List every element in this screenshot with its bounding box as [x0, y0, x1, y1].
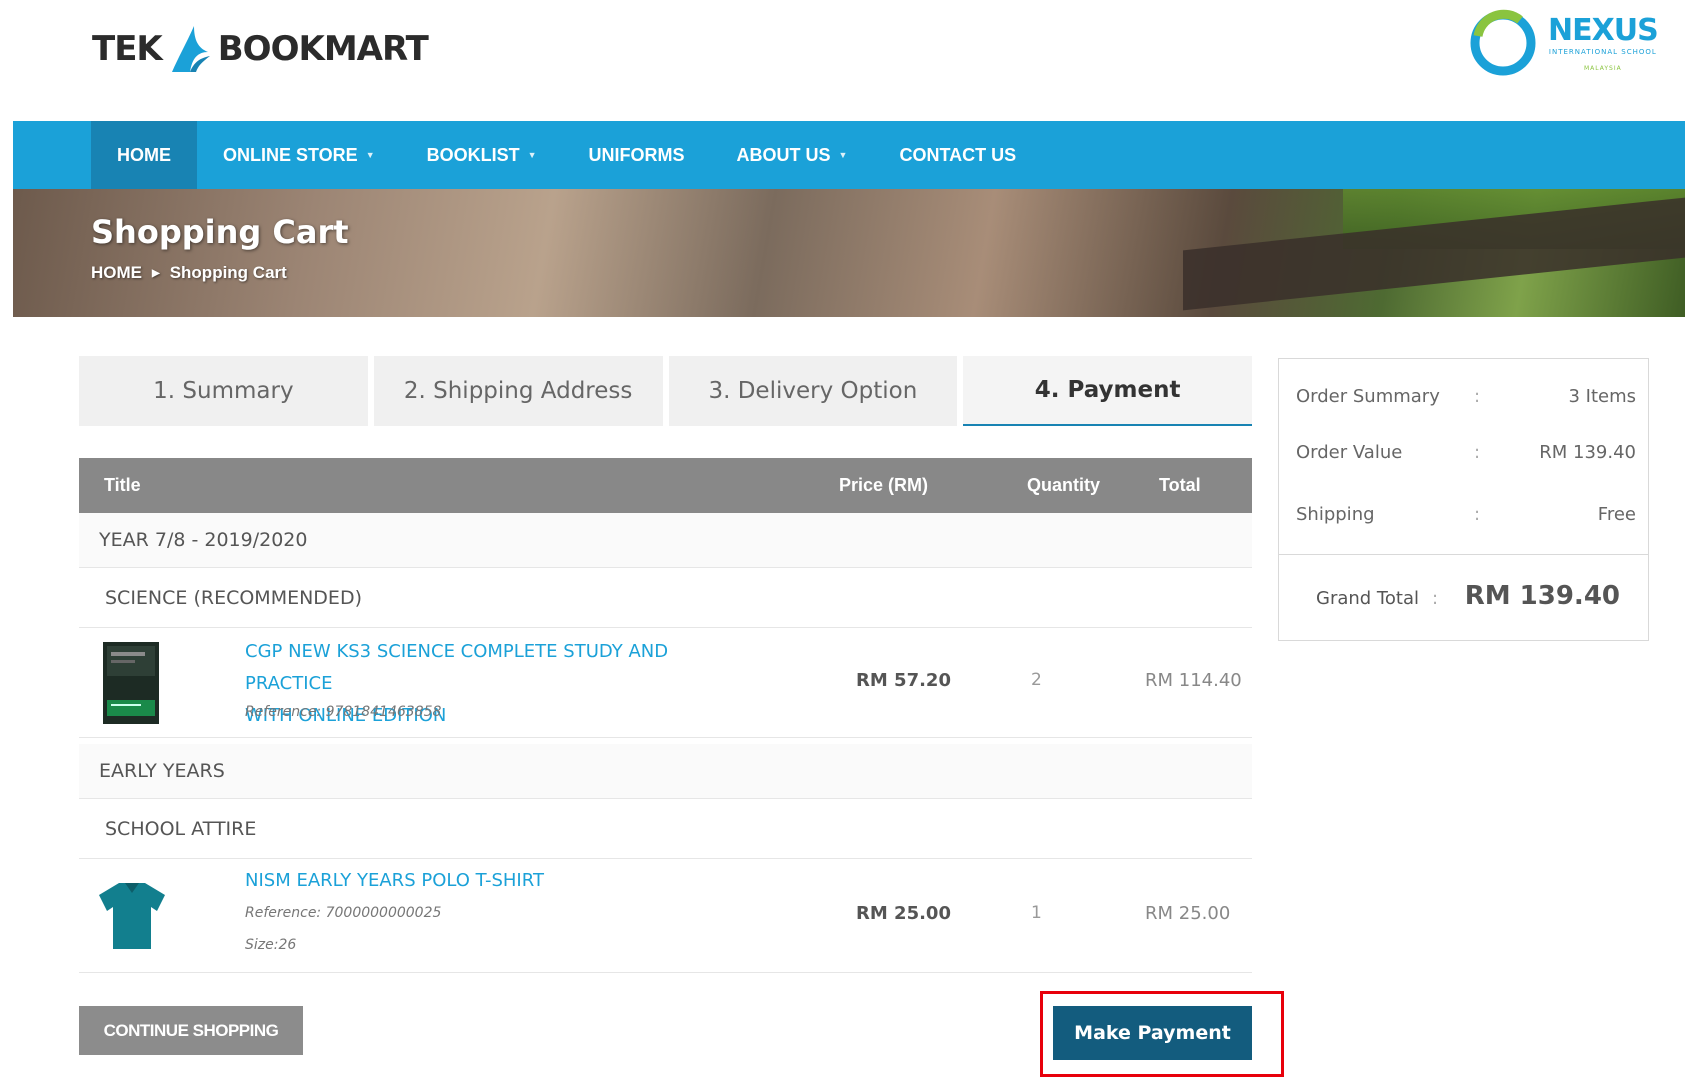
item-reference: Reference: 9781841463858: [245, 704, 442, 720]
category-row: SCIENCE (RECOMMENDED): [79, 568, 1252, 628]
breadcrumb-arrow-icon: ▶: [152, 267, 160, 279]
order-summary-panel: Order Summary : 3 Items Order Value : RM…: [1278, 358, 1649, 641]
header-title: Title: [104, 475, 141, 495]
nexus-ring-icon: [1470, 9, 1536, 76]
cart-table: Title Price (RM) Quantity Total YEAR 7/8…: [79, 458, 1252, 973]
book-cover-image[interactable]: [103, 642, 159, 724]
continue-shopping-button[interactable]: CONTINUE SHOPPING: [79, 1006, 303, 1055]
group-row: YEAR 7/8 - 2019/2020: [79, 513, 1252, 568]
step-tab-3[interactable]: 3. Delivery Option: [668, 356, 958, 426]
site-header: TEK BOOKMART NEXUS INTERNATIONAL SCHOOL …: [0, 0, 1685, 120]
item-quantity: 1: [1031, 903, 1042, 923]
checkout-steps: 1. Summary 2. Shipping Address 3. Delivery…: [79, 356, 1252, 426]
grand-total-label: Grand Total: [1316, 588, 1419, 609]
nexus-country: MALAYSIA: [1583, 65, 1622, 72]
item-quantity: 2: [1031, 670, 1042, 690]
bookmark-leaf-icon: [171, 26, 210, 72]
step-tab-4[interactable]: 4. Payment: [963, 356, 1252, 426]
nav-item-home[interactable]: HOME: [91, 121, 197, 189]
page-banner: Shopping Cart HOME ▶ Shopping Cart: [13, 189, 1685, 317]
item-reference: Reference: 7000000000025: [245, 905, 442, 921]
nexus-logo[interactable]: NEXUS INTERNATIONAL SCHOOL MALAYSIA: [1468, 6, 1659, 80]
nav-item-online-store[interactable]: ONLINE STORE ▼: [197, 121, 401, 189]
nav-item-uniforms[interactable]: UNIFORMS: [563, 121, 711, 189]
nav-item-contact-us[interactable]: CONTACT US: [873, 121, 1042, 189]
nexus-wordmark: NEXUS: [1548, 13, 1659, 48]
logo-word-tek: TEK: [92, 29, 163, 69]
breadcrumb: HOME ▶ Shopping Cart: [91, 263, 287, 283]
tek-bookmart-logo[interactable]: TEK BOOKMART: [92, 22, 429, 76]
page-title: Shopping Cart: [91, 213, 349, 251]
item-total: RM 25.00: [1145, 903, 1231, 924]
step-tab-2[interactable]: 2. Shipping Address: [373, 356, 663, 426]
group-row: EARLY YEARS: [79, 744, 1252, 799]
chevron-down-icon: ▼: [365, 150, 375, 160]
item-price: RM 57.20: [856, 670, 951, 691]
step-tab-1[interactable]: 1. Summary: [79, 356, 368, 426]
chevron-down-icon: ▼: [838, 150, 848, 160]
item-price: RM 25.00: [856, 903, 951, 924]
header-total: Total: [1159, 475, 1201, 495]
header-quantity: Quantity: [1027, 475, 1101, 495]
nexus-subtitle: INTERNATIONAL SCHOOL: [1548, 48, 1657, 56]
table-row: CGP NEW KS3 SCIENCE COMPLETE STUDY AND P…: [79, 628, 1252, 738]
category-row: SCHOOL ATTIRE: [79, 799, 1252, 859]
breadcrumb-home-link[interactable]: HOME: [91, 263, 142, 283]
table-header: Title Price (RM) Quantity Total: [79, 458, 1252, 513]
main-nav: HOME ONLINE STORE ▼ BOOKLIST ▼ UNIFORMS ABOUT …: [13, 121, 1685, 189]
chevron-down-icon: ▼: [527, 150, 537, 160]
logo-word-bookmart: BOOKMART: [217, 29, 429, 69]
item-title-link[interactable]: NISM EARLY YEARS POLO T-SHIRT: [245, 865, 745, 897]
item-size: Size:26: [245, 937, 297, 953]
item-total: RM 114.40: [1145, 670, 1242, 691]
breadcrumb-current: Shopping Cart: [169, 263, 287, 282]
polo-shirt-image[interactable]: [97, 879, 167, 951]
nav-item-booklist[interactable]: BOOKLIST ▼: [401, 121, 563, 189]
nav-item-about-us[interactable]: ABOUT US ▼: [711, 121, 874, 189]
table-row: NISM EARLY YEARS POLO T-SHIRT Reference:…: [79, 859, 1252, 973]
make-payment-button[interactable]: Make Payment: [1053, 1006, 1252, 1060]
grand-total-value: RM 139.40: [1464, 581, 1620, 611]
header-price: Price (RM): [839, 475, 929, 495]
